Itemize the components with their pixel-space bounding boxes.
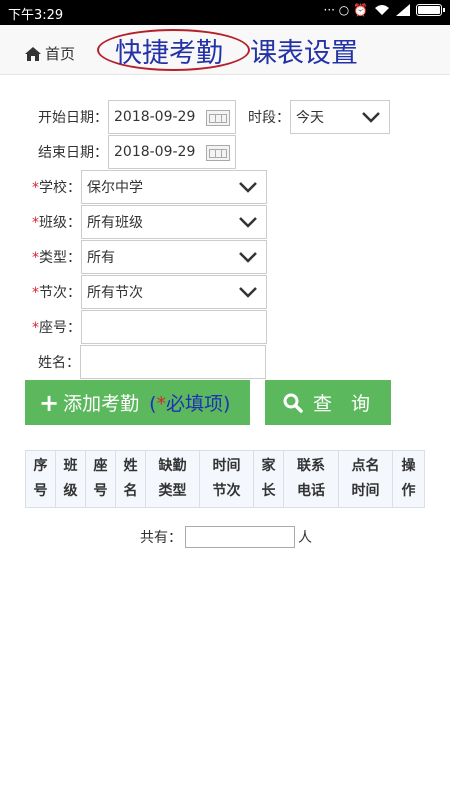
status-icons: ··· ○ ⏰ (323, 3, 445, 17)
chevron-down-icon (239, 287, 257, 298)
battery-icon (416, 4, 445, 16)
chevron-down-icon (362, 112, 380, 123)
end-date-value: 2018-09-29 (114, 144, 196, 160)
col-header-action: 操作 (392, 450, 425, 508)
section-label: *节次： (32, 285, 81, 301)
search-icon (283, 393, 303, 413)
section-row: *节次： 所有节次 (32, 275, 267, 309)
col-header-seat: 座号 (85, 450, 116, 508)
type-label: *类型： (32, 250, 81, 266)
seat-row: *座号： (32, 310, 267, 344)
signal-icon (396, 4, 410, 16)
required-mark: * (32, 320, 39, 336)
start-date-label: 开始日期： (38, 110, 108, 126)
seat-label: *座号： (32, 320, 81, 336)
period-label: 时段： (248, 110, 290, 126)
seat-input[interactable] (81, 310, 267, 344)
period-select[interactable]: 今天 (290, 100, 390, 134)
required-note: (*必填项) (149, 393, 231, 415)
wifi-icon (375, 5, 389, 15)
end-date-label: 结束日期： (38, 145, 108, 161)
required-mark: * (32, 285, 39, 301)
end-date-row: 结束日期： 2018-09-29 (38, 135, 236, 169)
status-notification-icons: ··· ○ ⏰ (323, 3, 368, 17)
plus-icon: + (39, 388, 60, 417)
end-date-field[interactable]: 2018-09-29 (108, 135, 236, 169)
period-row: 时段： 今天 (248, 100, 390, 134)
name-input[interactable] (80, 345, 266, 379)
col-header-name: 姓名 (115, 450, 146, 508)
start-date-row: 开始日期： 2018-09-29 (38, 100, 236, 134)
home-label: 首页 (45, 45, 76, 63)
home-link[interactable]: 首页 (24, 43, 75, 64)
col-header-class: 班级 (55, 450, 86, 508)
attendance-table: 序号 班级 座号 姓名 缺勤 类型 时间 节次 家长 联系 电话 点名 时间 操作 (25, 450, 425, 508)
type-select[interactable]: 所有 (81, 240, 267, 274)
start-date-field[interactable]: 2018-09-29 (108, 100, 236, 134)
col-header-index: 序号 (25, 450, 56, 508)
class-label: *班级： (32, 215, 81, 231)
status-time: 下午3:29 (8, 8, 64, 23)
add-attendance-label: 添加考勤 (63, 393, 140, 415)
tab-schedule-settings[interactable]: 课表设置 (250, 31, 358, 70)
table-header-row: 序号 班级 座号 姓名 缺勤 类型 时间 节次 家长 联系 电话 点名 时间 操作 (25, 450, 425, 508)
school-row: *学校： 保尔中学 (32, 170, 267, 204)
query-button[interactable]: 查 询 (265, 380, 391, 425)
battery-level (418, 6, 440, 14)
col-header-absence-type: 缺勤 类型 (145, 450, 200, 508)
section-select[interactable]: 所有节次 (81, 275, 267, 309)
total-label: 共有： (140, 530, 182, 546)
name-label: 姓名： (38, 355, 80, 371)
chevron-down-icon (239, 182, 257, 193)
start-date-value: 2018-09-29 (114, 109, 196, 125)
type-row: *类型： 所有 (32, 240, 267, 274)
total-row: 共有： 人 (140, 526, 312, 548)
class-select[interactable]: 所有班级 (81, 205, 267, 239)
home-icon (25, 46, 41, 61)
top-nav: 首页 快捷考勤 课表设置 (0, 25, 450, 75)
name-row: 姓名： (38, 345, 266, 379)
status-bar: 下午3:29 ··· ○ ⏰ (0, 0, 450, 25)
required-mark: * (32, 215, 39, 231)
add-attendance-button[interactable]: + 添加考勤 (*必填项) (25, 380, 250, 425)
total-unit: 人 (298, 530, 312, 546)
calendar-icon[interactable] (206, 145, 230, 161)
col-header-parent: 家长 (253, 450, 284, 508)
calendar-icon[interactable] (206, 110, 230, 126)
required-mark: * (32, 250, 39, 266)
school-label: *学校： (32, 180, 81, 196)
tab-quick-attendance[interactable]: 快捷考勤 (97, 29, 250, 71)
total-count-field[interactable] (185, 526, 295, 548)
school-select[interactable]: 保尔中学 (81, 170, 267, 204)
col-header-time-section: 时间 节次 (199, 450, 254, 508)
chevron-down-icon (239, 252, 257, 263)
query-label: 查 询 (313, 393, 371, 415)
required-mark: * (32, 180, 39, 196)
col-header-rollcall-time: 点名 时间 (338, 450, 393, 508)
class-row: *班级： 所有班级 (32, 205, 267, 239)
col-header-phone: 联系 电话 (283, 450, 339, 508)
tab-quick-attendance-label: 快捷考勤 (115, 38, 223, 69)
chevron-down-icon (239, 217, 257, 228)
